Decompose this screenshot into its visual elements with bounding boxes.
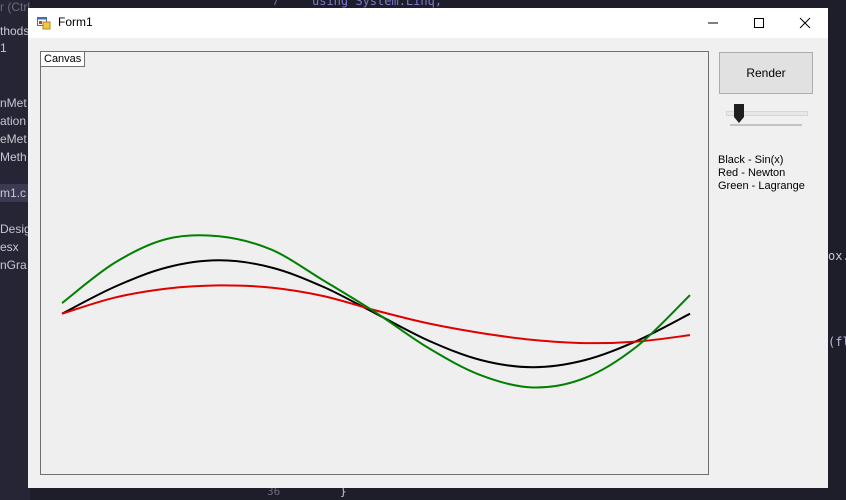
ide-line-number: 7 xyxy=(272,0,280,8)
minimize-button[interactable] xyxy=(690,8,736,38)
ide-tree-item[interactable]: m1.c xyxy=(0,186,26,200)
maximize-button[interactable] xyxy=(736,8,782,38)
plot-area xyxy=(61,234,691,389)
ide-tree-item[interactable]: eMet xyxy=(0,132,27,146)
ide-tree-item[interactable]: Design xyxy=(0,222,30,236)
ide-tree-item[interactable]: ation xyxy=(0,114,26,128)
legend-sin: Black - Sin(x) xyxy=(718,154,784,166)
close-button[interactable] xyxy=(782,8,828,38)
maximize-icon xyxy=(754,18,764,28)
canvas-panel: Canvas xyxy=(40,51,709,475)
ide-code-fragment: (fl xyxy=(828,335,846,349)
ide-code-bottom: 36 } xyxy=(30,488,828,500)
minimize-icon xyxy=(708,22,718,24)
ide-solution-explorer: r (Ctrl+ thods 1 nMet ation eMet Meth m1… xyxy=(0,0,30,500)
close-icon xyxy=(799,17,811,29)
ide-line-number: 36 xyxy=(267,488,281,498)
ide-code-right: ox. (fl xyxy=(828,0,846,500)
ide-tree-item[interactable]: thods xyxy=(0,24,29,38)
ide-code-line: using System.Linq; xyxy=(312,0,443,8)
ide-search-hint: r (Ctrl+ xyxy=(0,0,30,14)
ide-code-line: } xyxy=(340,488,347,498)
ide-tree-item[interactable]: Meth xyxy=(0,150,27,164)
slider-thumb[interactable] xyxy=(733,104,745,124)
canvas-label: Canvas xyxy=(41,52,86,67)
ide-code-fragment: ox. xyxy=(828,249,846,263)
app-icon xyxy=(37,17,51,30)
ide-tree-item[interactable]: esx xyxy=(0,240,19,254)
slider-tick-bar xyxy=(730,124,802,126)
legend-newton: Red - Newton xyxy=(718,167,786,179)
title-bar[interactable]: Form1 xyxy=(28,8,828,38)
render-button[interactable]: Render xyxy=(719,52,813,94)
ide-tree-item[interactable]: 1 xyxy=(0,41,7,55)
legend-lagrange: Green - Lagrange xyxy=(718,180,805,192)
form1-window: Form1 Canvas Render Black - Sin(x) Red -… xyxy=(28,8,828,488)
ide-tree-item[interactable]: nMet xyxy=(0,96,27,110)
window-title: Form1 xyxy=(58,15,93,29)
ide-code-top: 7 using System.Linq; xyxy=(30,0,828,8)
legend: Black - Sin(x) Red - Newton Green - Lagr… xyxy=(718,154,805,193)
ide-tree-item[interactable]: nGra xyxy=(0,258,27,272)
trackbar-slider[interactable] xyxy=(724,104,808,128)
